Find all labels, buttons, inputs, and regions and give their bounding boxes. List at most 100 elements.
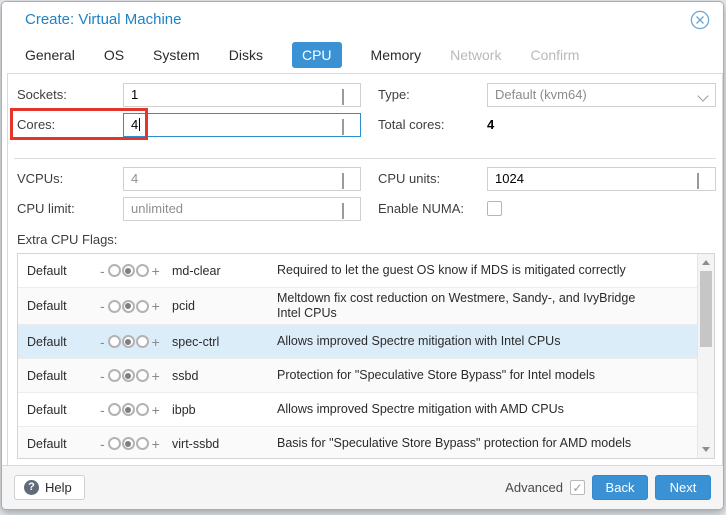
flag-tri-state-slider[interactable]: -+ <box>98 402 172 418</box>
slider-on-option[interactable] <box>136 369 149 382</box>
flag-description: Allows improved Spectre mitigation with … <box>277 399 662 420</box>
type-combobox[interactable]: Default (kvm64) <box>487 83 716 107</box>
flag-name: virt-ssbd <box>172 437 277 451</box>
scroll-down-icon[interactable] <box>702 447 710 452</box>
flag-state-label: Default <box>18 403 98 417</box>
advanced-label: Advanced <box>505 480 563 495</box>
slider-on-option[interactable] <box>136 437 149 450</box>
flag-description: Meltdown fix cost reduction on Westmere,… <box>277 288 662 324</box>
chevron-down-icon[interactable] <box>697 90 708 101</box>
spinner-down-icon <box>343 203 344 219</box>
flag-state-label: Default <box>18 264 98 278</box>
flag-tri-state-slider[interactable]: -+ <box>98 368 172 384</box>
cores-value: 4 <box>131 117 138 132</box>
tab-network: Network <box>450 47 501 63</box>
advanced-checkbox[interactable]: ✓ <box>570 480 585 495</box>
slider-off-option[interactable] <box>108 335 121 348</box>
minus-label: - <box>98 298 107 314</box>
flag-description: Required to let the guest OS know if MDS… <box>277 260 662 281</box>
flag-description: Allows improved Spectre mitigation with … <box>277 331 662 352</box>
flag-row-ssbd[interactable]: Default-+ssbdProtection for "Speculative… <box>18 359 697 393</box>
scroll-up-icon[interactable] <box>702 260 710 265</box>
total-cores-label: Total cores: <box>378 113 444 137</box>
help-button[interactable]: ? Help <box>14 475 85 500</box>
vcpus-spinner <box>342 171 352 193</box>
flag-row-pcid[interactable]: Default-+pcidMeltdown fix cost reduction… <box>18 288 697 325</box>
spinner-down-icon[interactable] <box>343 119 344 135</box>
sockets-value: 1 <box>131 87 138 102</box>
enable-numa-checkbox[interactable] <box>487 201 502 216</box>
sockets-label: Sockets: <box>17 83 67 107</box>
slider-off-option[interactable] <box>108 264 121 277</box>
next-button[interactable]: Next <box>655 475 711 500</box>
scrollbar-thumb[interactable] <box>700 271 712 347</box>
cpu-units-input[interactable]: 1024 <box>487 167 716 191</box>
sockets-spinner[interactable] <box>342 87 352 109</box>
flag-name: pcid <box>172 299 277 313</box>
sockets-input[interactable]: 1 <box>123 83 361 107</box>
vertical-scrollbar[interactable] <box>697 254 714 458</box>
slider-default-option[interactable] <box>122 437 135 450</box>
cpu-limit-input: unlimited <box>123 197 361 221</box>
vcpus-input: 4 <box>123 167 361 191</box>
cores-spinner[interactable] <box>342 117 352 139</box>
tab-general[interactable]: General <box>25 47 75 63</box>
slider-off-option[interactable] <box>108 437 121 450</box>
flag-name: spec-ctrl <box>172 335 277 349</box>
back-button[interactable]: Back <box>592 475 648 500</box>
slider-off-option[interactable] <box>108 403 121 416</box>
slider-default-option[interactable] <box>122 403 135 416</box>
plus-label: + <box>150 368 162 384</box>
flag-tri-state-slider[interactable]: -+ <box>98 263 172 279</box>
flag-tri-state-slider[interactable]: -+ <box>98 436 172 452</box>
flag-row-virt-ssbd[interactable]: Default-+virt-ssbdBasis for "Speculative… <box>18 427 697 458</box>
slider-default-option[interactable] <box>122 264 135 277</box>
flag-description: Basis for "Speculative Store Bypass" pro… <box>277 433 662 454</box>
cores-input[interactable]: 4 <box>123 113 361 137</box>
enable-numa-label: Enable NUMA: <box>378 197 464 221</box>
slider-default-option[interactable] <box>122 369 135 382</box>
tab-os[interactable]: OS <box>104 47 124 63</box>
flags-table: Default-+md-clearRequired to let the gue… <box>17 253 715 459</box>
cpu-units-spinner[interactable] <box>697 171 707 193</box>
vcpus-label: VCPUs: <box>17 167 63 191</box>
text-cursor <box>139 118 140 131</box>
vcpus-value: 4 <box>131 171 138 186</box>
cpu-limit-spinner <box>342 201 352 223</box>
dialog-header: Create: Virtual Machine <box>2 2 723 38</box>
slider-on-option[interactable] <box>136 300 149 313</box>
cpu-limit-label: CPU limit: <box>17 197 75 221</box>
flag-row-spec-ctrl[interactable]: Default-+spec-ctrlAllows improved Spectr… <box>18 325 697 359</box>
tab-memory[interactable]: Memory <box>371 47 422 63</box>
minus-label: - <box>98 436 107 452</box>
slider-off-option[interactable] <box>108 300 121 313</box>
slider-on-option[interactable] <box>136 264 149 277</box>
slider-default-option[interactable] <box>122 300 135 313</box>
type-label: Type: <box>378 83 410 107</box>
tab-system[interactable]: System <box>153 47 200 63</box>
tab-confirm: Confirm <box>530 47 579 63</box>
flag-tri-state-slider[interactable]: -+ <box>98 298 172 314</box>
minus-label: - <box>98 368 107 384</box>
slider-on-option[interactable] <box>136 403 149 416</box>
slider-off-option[interactable] <box>108 369 121 382</box>
spinner-down-icon[interactable] <box>698 173 699 189</box>
plus-label: + <box>150 334 162 350</box>
minus-label: - <box>98 263 107 279</box>
flags-table-body: Default-+md-clearRequired to let the gue… <box>18 254 697 458</box>
create-vm-dialog: Create: Virtual Machine General OS System D… <box>1 1 724 510</box>
flag-row-md-clear[interactable]: Default-+md-clearRequired to let the gue… <box>18 254 697 288</box>
spinner-down-icon <box>343 173 344 189</box>
cores-label: Cores: <box>17 113 55 137</box>
extra-cpu-flags-label: Extra CPU Flags: <box>17 232 117 247</box>
tab-disks[interactable]: Disks <box>229 47 263 63</box>
flag-tri-state-slider[interactable]: -+ <box>98 334 172 350</box>
close-icon[interactable] <box>690 10 710 30</box>
spinner-down-icon[interactable] <box>343 89 344 105</box>
tab-cpu[interactable]: CPU <box>292 42 342 68</box>
flag-description: Protection for "Speculative Store Bypass… <box>277 365 662 386</box>
slider-default-option[interactable] <box>122 335 135 348</box>
slider-on-option[interactable] <box>136 335 149 348</box>
flag-row-ibpb[interactable]: Default-+ibpbAllows improved Spectre mit… <box>18 393 697 427</box>
plus-label: + <box>150 298 162 314</box>
